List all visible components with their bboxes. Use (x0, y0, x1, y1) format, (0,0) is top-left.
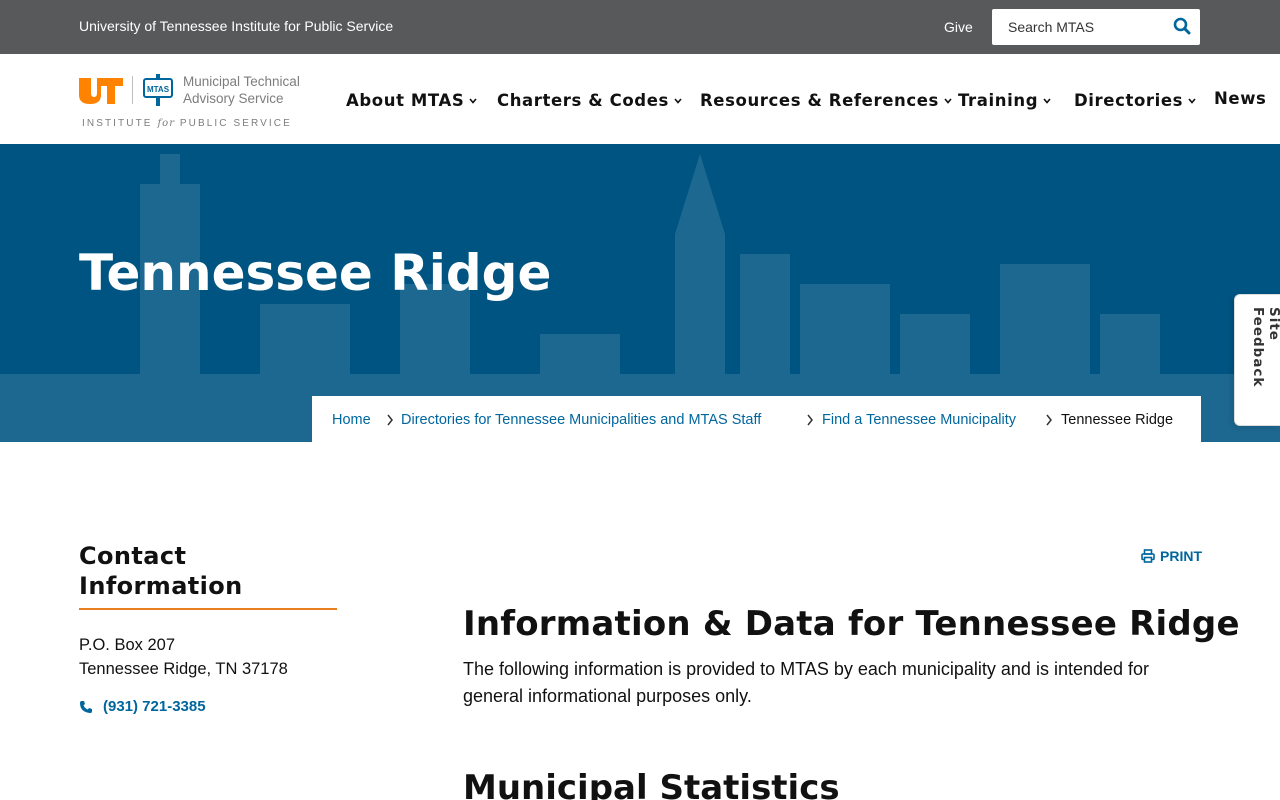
chevron-right-icon (1046, 414, 1052, 426)
contact-heading: Contact Information (79, 542, 243, 600)
info-heading: Information & Data for Tennessee Ridge (463, 604, 1240, 644)
page-title: Tennessee Ridge (79, 244, 552, 302)
chevron-down-icon (674, 98, 682, 104)
breadcrumb-find-municipality[interactable]: Find a Tennessee Municipality (822, 412, 1016, 428)
chevron-right-icon (807, 414, 813, 426)
nav-directories[interactable]: Directories (1074, 91, 1196, 110)
site-header: MTAS Municipal Technical Advisory Servic… (0, 54, 1280, 144)
chevron-down-icon (1188, 98, 1196, 104)
chevron-down-icon (944, 98, 952, 104)
search-box (992, 9, 1200, 45)
print-button[interactable]: PRINT (1141, 548, 1202, 564)
info-intro: The following information is provided to… (463, 659, 1150, 706)
contact-divider (79, 608, 337, 610)
phone-link[interactable]: (931) 721-3385 (79, 698, 206, 715)
nav-resources-references[interactable]: Resources & References (700, 91, 952, 110)
chevron-down-icon (1043, 98, 1051, 104)
breadcrumb-home[interactable]: Home (332, 412, 371, 428)
chevron-down-icon (469, 98, 477, 104)
site-feedback-label: Site Feedback (1250, 307, 1280, 388)
search-icon (1173, 17, 1191, 35)
site-feedback-tab[interactable]: Site Feedback (1234, 294, 1280, 426)
breadcrumb-directories[interactable]: Directories for Tennessee Municipalities… (401, 412, 761, 428)
nav-news[interactable]: News (1214, 89, 1266, 108)
give-link[interactable]: Give (944, 19, 973, 35)
breadcrumb-current: Tennessee Ridge (1061, 412, 1174, 428)
chevron-right-icon (387, 414, 393, 426)
municipal-statistics-heading: Municipal Statistics (463, 768, 840, 800)
nav-training[interactable]: Training (958, 91, 1051, 110)
address-line-2: Tennessee Ridge, TN 37178 (79, 660, 288, 678)
print-icon (1141, 549, 1155, 563)
utility-bar: University of Tennessee Institute for Pu… (0, 0, 1280, 54)
main-nav: About MTAS Charters & Codes Resources & … (0, 54, 1280, 144)
nav-about-mtas[interactable]: About MTAS (346, 91, 477, 110)
nav-charters-codes[interactable]: Charters & Codes (497, 91, 682, 110)
address-line-1: P.O. Box 207 (79, 636, 176, 654)
phone-icon (80, 701, 92, 713)
org-name: University of Tennessee Institute for Pu… (79, 18, 394, 34)
search-input[interactable] (992, 9, 1162, 45)
breadcrumb: Home Directories for Tennessee Municipal… (312, 396, 1201, 442)
search-button[interactable] (1172, 17, 1192, 37)
